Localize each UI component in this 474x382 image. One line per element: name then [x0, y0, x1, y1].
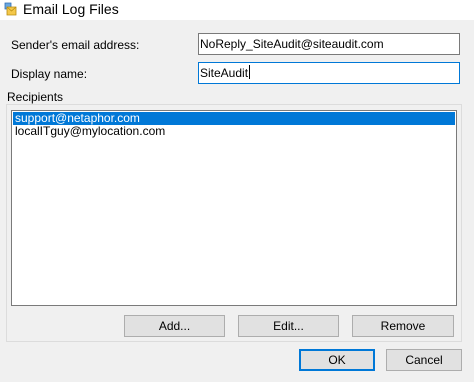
recipient-list-item[interactable]: localITguy@mylocation.com	[13, 125, 455, 138]
display-name-label: Display name:	[11, 67, 88, 81]
display-name-value: SiteAudit	[200, 66, 249, 80]
title-bar[interactable]: Email Log Files	[0, 0, 474, 20]
envelope-app-icon	[4, 2, 17, 16]
window-title: Email Log Files	[23, 1, 119, 17]
sender-email-field[interactable]: NoReply_SiteAudit@siteaudit.com	[198, 33, 460, 55]
email-log-files-dialog: Email Log Files Sender's email address: …	[0, 0, 474, 382]
add-recipient-button[interactable]: Add...	[124, 315, 225, 337]
recipients-listbox[interactable]: support@netaphor.com localITguy@mylocatio…	[11, 110, 457, 306]
sender-email-value: NoReply_SiteAudit@siteaudit.com	[200, 37, 384, 51]
recipients-group-label: Recipients	[7, 90, 66, 104]
sender-email-label: Sender's email address:	[11, 38, 140, 52]
remove-recipient-button[interactable]: Remove	[352, 315, 454, 337]
cancel-button[interactable]: Cancel	[386, 349, 462, 371]
display-name-field[interactable]: SiteAudit	[198, 62, 460, 84]
text-caret	[249, 65, 251, 79]
ok-button[interactable]: OK	[299, 349, 375, 371]
edit-recipient-button[interactable]: Edit...	[238, 315, 339, 337]
